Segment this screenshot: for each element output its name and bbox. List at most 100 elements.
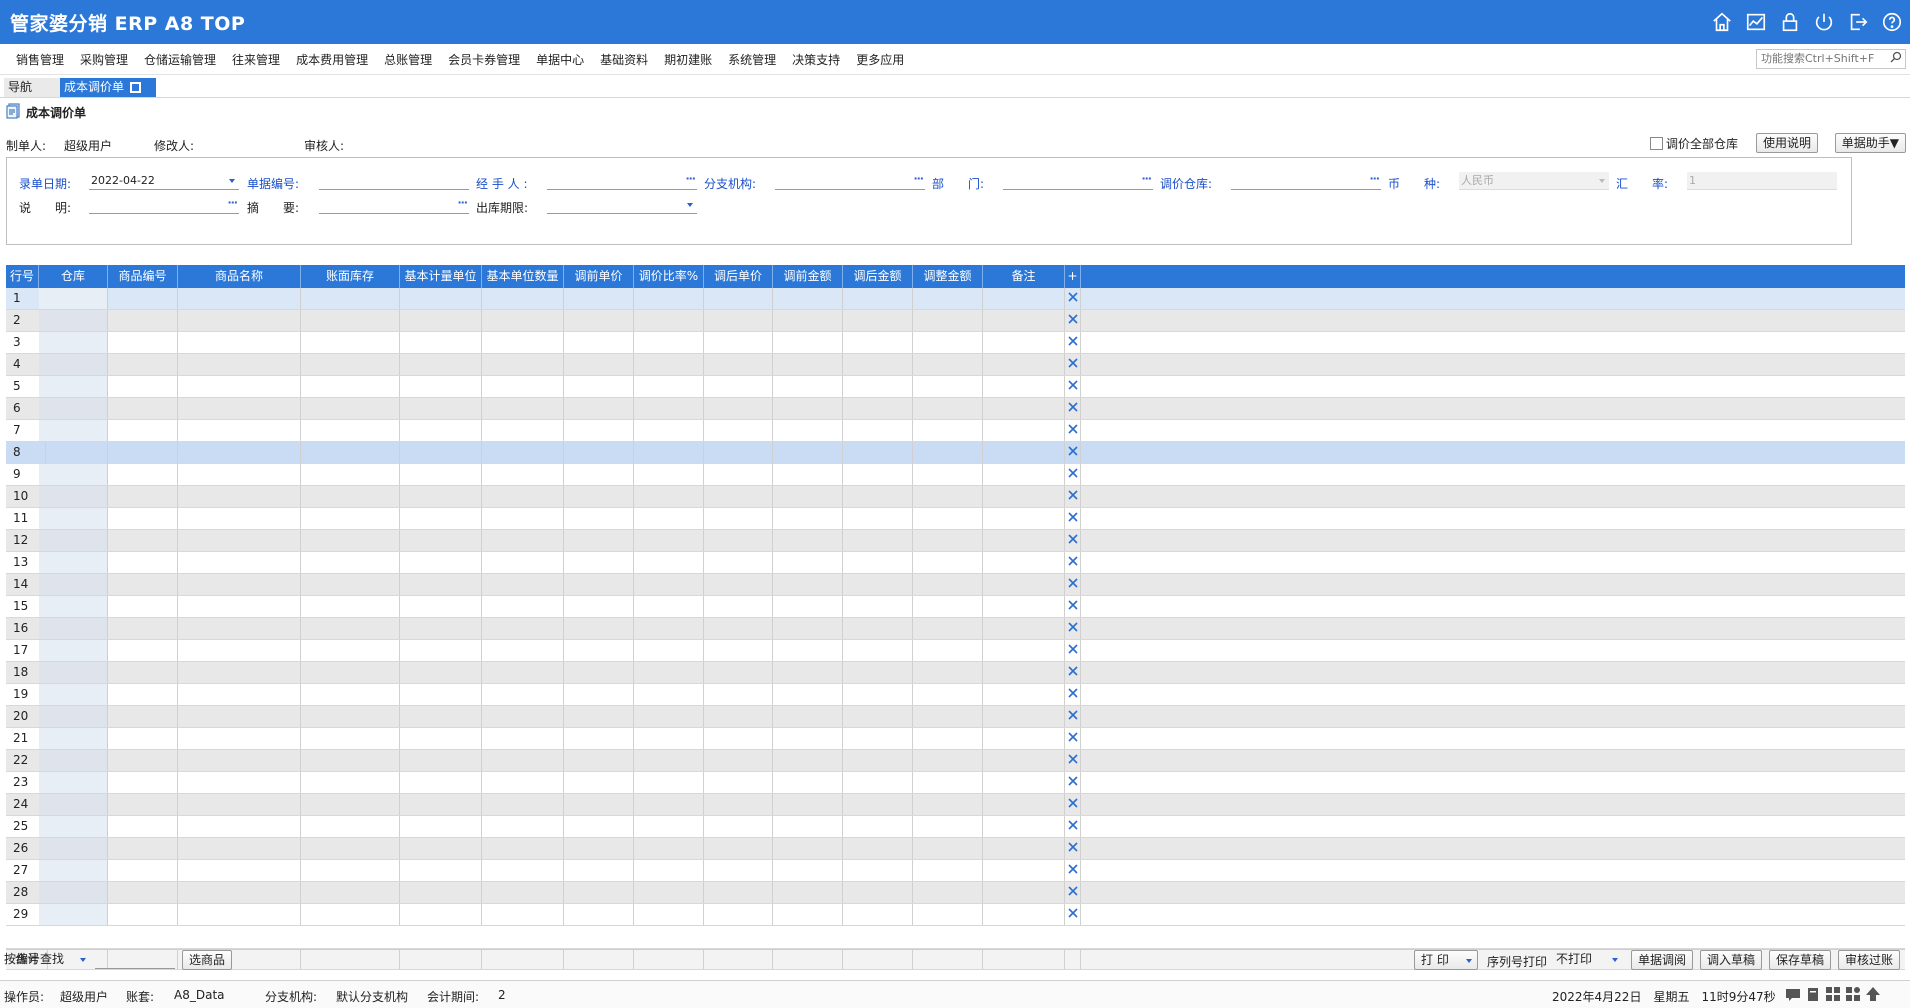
apps-icon[interactable]: [1845, 986, 1861, 1002]
home-icon[interactable]: [1710, 10, 1734, 34]
grid-cell[interactable]: [108, 904, 178, 925]
grid-cell[interactable]: [301, 750, 400, 771]
ellipsis-icon[interactable]: ···: [1369, 170, 1380, 187]
grid-cell[interactable]: [301, 860, 400, 881]
grid-cell[interactable]: [634, 552, 704, 573]
grid-cell[interactable]: [482, 398, 564, 419]
grid-cell[interactable]: [773, 728, 843, 749]
grid-cell[interactable]: [482, 530, 564, 551]
grid-cell[interactable]: [634, 508, 704, 529]
function-search-input[interactable]: [1757, 50, 1883, 66]
grid-cell[interactable]: [634, 662, 704, 683]
grid-cell[interactable]: [400, 486, 482, 507]
warehouse-cell[interactable]: [39, 794, 108, 815]
grid-cell[interactable]: [301, 530, 400, 551]
grid-cell[interactable]: [400, 838, 482, 859]
delete-row-icon[interactable]: [1065, 508, 1081, 529]
grid-cell[interactable]: [913, 420, 983, 441]
grid-cell[interactable]: [564, 376, 634, 397]
grid-cell[interactable]: [983, 640, 1065, 661]
ellipsis-icon[interactable]: ···: [913, 170, 924, 187]
grid-cell[interactable]: [301, 464, 400, 485]
column-header[interactable]: 商品名称: [178, 265, 301, 288]
grid-cell[interactable]: [108, 618, 178, 639]
grid-cell[interactable]: [178, 596, 301, 617]
grid-cell[interactable]: [482, 904, 564, 925]
menu-item[interactable]: 往来管理: [224, 51, 288, 68]
delete-row-icon[interactable]: [1065, 530, 1081, 551]
delete-row-icon[interactable]: [1065, 442, 1081, 463]
grid-cell[interactable]: [704, 530, 773, 551]
all-warehouse-option[interactable]: 调价全部仓库: [1649, 135, 1738, 152]
grid-cell[interactable]: [564, 332, 634, 353]
table-row[interactable]: 23: [6, 772, 1905, 794]
delete-row-icon[interactable]: [1065, 860, 1081, 881]
grid-cell[interactable]: [482, 618, 564, 639]
grid-cell[interactable]: [773, 398, 843, 419]
grid-cell[interactable]: [773, 552, 843, 573]
grid-cell[interactable]: [178, 640, 301, 661]
grid-cell[interactable]: [178, 728, 301, 749]
grid-cell[interactable]: [301, 706, 400, 727]
column-header[interactable]: 调后金额: [843, 265, 913, 288]
delete-row-icon[interactable]: [1065, 596, 1081, 617]
arrow-up-icon[interactable]: [1865, 986, 1881, 1002]
grid-cell[interactable]: [843, 354, 913, 375]
grid-cell[interactable]: [482, 354, 564, 375]
grid-cell[interactable]: [564, 530, 634, 551]
grid-cell[interactable]: [773, 882, 843, 903]
grid-cell[interactable]: [983, 662, 1065, 683]
grid-cell[interactable]: [301, 486, 400, 507]
grid-cell[interactable]: [301, 728, 400, 749]
grid-cell[interactable]: [913, 530, 983, 551]
grid-cell[interactable]: [634, 750, 704, 771]
grid-cell[interactable]: [983, 442, 1065, 463]
grid-cell[interactable]: [843, 464, 913, 485]
audit-post-button[interactable]: 审核过账: [1838, 950, 1901, 970]
grid-cell[interactable]: [913, 684, 983, 705]
tab-cost-adjust[interactable]: 成本调价单: [60, 78, 156, 97]
grid-cell[interactable]: [301, 684, 400, 705]
grid-cell[interactable]: [773, 794, 843, 815]
grid-cell[interactable]: [482, 508, 564, 529]
grid-cell[interactable]: [178, 442, 301, 463]
grid-cell[interactable]: [564, 574, 634, 595]
grid-cell[interactable]: [983, 750, 1065, 771]
grid-cell[interactable]: [913, 398, 983, 419]
grid-cell[interactable]: [564, 882, 634, 903]
grid-cell[interactable]: [843, 750, 913, 771]
delete-row-icon[interactable]: [1065, 464, 1081, 485]
grid-cell[interactable]: [400, 640, 482, 661]
grid-cell[interactable]: [704, 332, 773, 353]
warehouse-cell[interactable]: [39, 640, 108, 661]
grid-cell[interactable]: [704, 728, 773, 749]
table-row[interactable]: 9: [6, 464, 1905, 486]
help-button[interactable]: 使用说明: [1755, 133, 1818, 153]
grid-cell[interactable]: [634, 486, 704, 507]
grid-cell[interactable]: [843, 684, 913, 705]
grid-cell[interactable]: [843, 882, 913, 903]
grid-cell[interactable]: [704, 772, 773, 793]
grid-cell[interactable]: [634, 420, 704, 441]
grid-cell[interactable]: [400, 442, 482, 463]
close-tab-icon[interactable]: [130, 82, 142, 93]
function-search[interactable]: [1756, 49, 1906, 69]
grid-cell[interactable]: [301, 332, 400, 353]
grid-cell[interactable]: [634, 816, 704, 837]
grid-cell[interactable]: [564, 442, 634, 463]
select-goods-button[interactable]: 选商品: [182, 950, 233, 970]
grid-cell[interactable]: [773, 904, 843, 925]
table-row[interactable]: 4: [6, 354, 1905, 376]
delete-row-icon[interactable]: [1065, 420, 1081, 441]
grid-cell[interactable]: [400, 750, 482, 771]
grid-cell[interactable]: [983, 772, 1065, 793]
grid-cell[interactable]: [400, 354, 482, 375]
grid-cell[interactable]: [634, 706, 704, 727]
grid-cell[interactable]: [108, 332, 178, 353]
grid-cell[interactable]: [773, 288, 843, 309]
branch-field[interactable]: ···: [775, 172, 925, 190]
all-warehouse-checkbox[interactable]: [1649, 137, 1663, 150]
grid-cell[interactable]: [983, 508, 1065, 529]
grid-cell[interactable]: [983, 596, 1065, 617]
grid-cell[interactable]: [983, 860, 1065, 881]
